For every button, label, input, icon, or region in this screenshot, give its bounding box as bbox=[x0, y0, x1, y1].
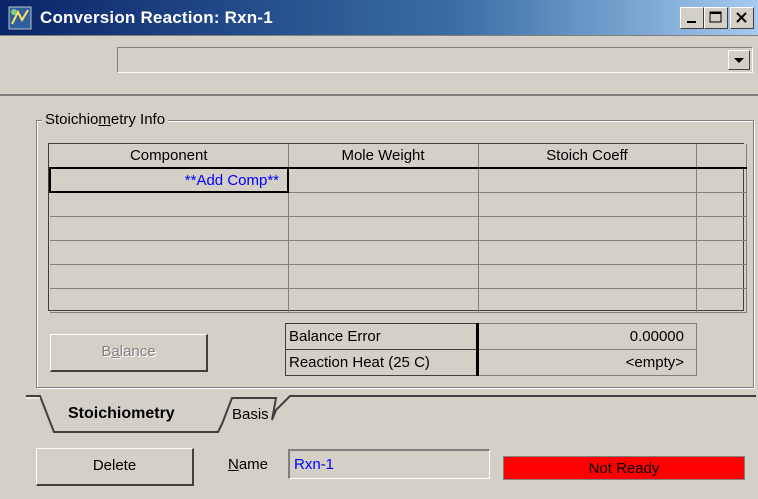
dropdown-arrow-button[interactable] bbox=[728, 50, 750, 70]
mole-weight-cell[interactable] bbox=[288, 168, 479, 193]
tab-stoichiometry[interactable]: Stoichiometry bbox=[58, 399, 185, 435]
stoich-coeff-cell[interactable] bbox=[478, 168, 697, 193]
table-row[interactable] bbox=[50, 264, 747, 289]
group-title-suffix: etry Info bbox=[110, 111, 166, 128]
table-row: Reaction Heat (25 C) <empty> bbox=[285, 349, 697, 376]
delete-button[interactable]: Delete bbox=[36, 448, 194, 486]
minimize-button[interactable] bbox=[680, 7, 704, 29]
stoichiometry-grid[interactable]: Component Mole Weight Stoich Coeff **Add… bbox=[48, 143, 747, 313]
window-title: Conversion Reaction: Rxn-1 bbox=[40, 8, 273, 27]
balance-label-prefix: B bbox=[101, 343, 112, 360]
group-title-mnemonic: m bbox=[98, 111, 111, 128]
group-title: Stoichiometry Info bbox=[42, 111, 169, 128]
column-header-stoich-coeff[interactable]: Stoich Coeff bbox=[478, 144, 697, 169]
balance-label-mnemonic: a bbox=[111, 343, 120, 360]
balance-label-suffix: lance bbox=[119, 343, 156, 360]
column-header-blank bbox=[696, 144, 747, 169]
top-toolbar bbox=[0, 36, 758, 96]
table-row[interactable] bbox=[50, 240, 747, 265]
balance-info-table: Balance Error 0.00000 Reaction Heat (25 … bbox=[285, 323, 697, 377]
close-icon bbox=[736, 12, 747, 23]
reaction-heat-value: <empty> bbox=[477, 349, 697, 376]
name-label: Name bbox=[228, 456, 268, 473]
table-row: Balance Error 0.00000 bbox=[285, 323, 697, 350]
status-badge: Not Ready bbox=[503, 456, 745, 480]
name-field[interactable] bbox=[288, 449, 490, 479]
reaction-app-icon bbox=[8, 6, 32, 30]
reaction-heat-label: Reaction Heat (25 C) bbox=[285, 349, 479, 376]
table-row[interactable] bbox=[50, 216, 747, 241]
title-bar[interactable]: Conversion Reaction: Rxn-1 bbox=[0, 0, 758, 36]
chevron-down-icon bbox=[734, 58, 744, 63]
reaction-set-dropdown[interactable] bbox=[117, 47, 753, 73]
maximize-icon bbox=[709, 11, 722, 23]
conversion-reaction-window: Conversion Reaction: Rxn-1 Stoichiometry… bbox=[0, 0, 758, 499]
tab-basis[interactable]: Basis bbox=[224, 404, 277, 426]
close-button[interactable] bbox=[730, 7, 754, 29]
table-row[interactable] bbox=[50, 288, 747, 313]
add-component-cell[interactable]: **Add Comp** bbox=[49, 167, 289, 193]
balance-error-label: Balance Error bbox=[285, 323, 479, 350]
column-header-mole-weight[interactable]: Mole Weight bbox=[288, 144, 479, 169]
column-header-component[interactable]: Component bbox=[50, 144, 289, 169]
table-row[interactable] bbox=[50, 192, 747, 217]
group-title-prefix: Stoichio bbox=[45, 111, 99, 128]
minimize-icon bbox=[687, 21, 696, 23]
balance-error-value: 0.00000 bbox=[477, 323, 697, 350]
blank-cell bbox=[696, 168, 747, 193]
name-label-mnemonic: N bbox=[228, 456, 239, 473]
table-row[interactable]: **Add Comp** bbox=[49, 167, 747, 193]
name-label-rest: ame bbox=[238, 456, 269, 473]
balance-button[interactable]: Balance bbox=[50, 334, 208, 372]
maximize-button[interactable] bbox=[704, 7, 728, 29]
